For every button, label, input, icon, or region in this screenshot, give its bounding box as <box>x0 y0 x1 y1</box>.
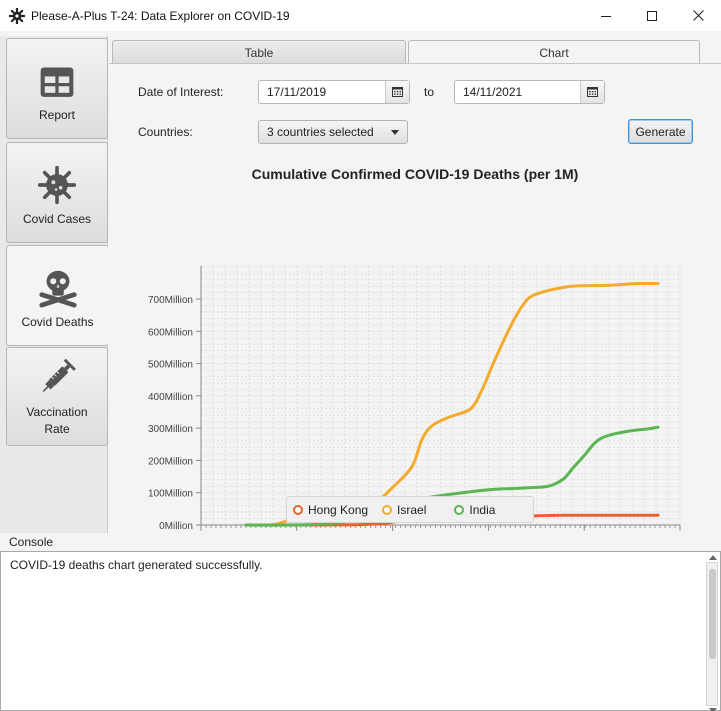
calendar-icon <box>392 87 403 97</box>
y-tick-label: 0Million <box>159 521 193 532</box>
tab-label: Chart <box>539 45 569 60</box>
minimize-button[interactable] <box>583 0 629 31</box>
calendar-button[interactable] <box>580 81 604 103</box>
calendar-button[interactable] <box>385 81 409 103</box>
y-tick-label: 400Million <box>148 392 193 403</box>
tab-table[interactable]: Table <box>112 40 406 64</box>
window-title: Please-A-Plus T-24: Data Explorer on COV… <box>31 8 290 23</box>
scroll-thumb[interactable] <box>709 569 716 659</box>
legend-symbol <box>293 504 303 515</box>
tab-chart[interactable]: Chart <box>408 40 700 64</box>
close-icon <box>692 10 704 21</box>
minimize-icon <box>601 15 611 17</box>
date-to-picker[interactable]: 14/11/2021 <box>454 80 605 104</box>
chevron-down-icon <box>391 130 399 135</box>
maximize-icon <box>647 10 657 21</box>
date-from-picker[interactable]: 17/11/2019 <box>258 80 410 104</box>
chart-tab-content: Date of Interest: 17/11/2019 to 14/11/20… <box>109 63 721 533</box>
legend-item-india: India <box>454 503 495 517</box>
legend-item-hong-kong: Hong Kong <box>293 503 368 517</box>
generate-button[interactable]: Generate <box>628 119 693 144</box>
skull-icon <box>38 270 77 308</box>
calendar-icon <box>587 87 598 97</box>
legend-symbol <box>382 504 393 515</box>
title-bar: Please-A-Plus T-24: Data Explorer on COV… <box>0 0 721 31</box>
console-scrollbar[interactable] <box>706 555 718 711</box>
sidebar-item-label: Report <box>38 108 76 122</box>
chart-title: Cumulative Confirmed COVID-19 Deaths (pe… <box>251 166 579 182</box>
countries-selected-text: 3 countries selected <box>267 125 374 139</box>
sidebar-item-label: Vaccination Rate <box>26 405 88 436</box>
y-tick-label: 700Million <box>148 295 193 306</box>
line-chart: 0Million 100Million 200Million 300Million 40… <box>148 266 681 532</box>
syringe-icon <box>42 358 76 393</box>
y-tick-label: 500Million <box>148 360 193 371</box>
date-of-interest-label: Date of Interest: <box>138 85 224 99</box>
sidebar-item-covid-deaths[interactable]: Covid Deaths <box>6 245 108 346</box>
chart-grid <box>200 266 681 526</box>
sidebar-item-covid-cases[interactable]: Covid Cases <box>6 142 108 243</box>
close-button[interactable] <box>675 0 721 31</box>
legend-label: Israel <box>397 502 427 517</box>
scroll-up-arrow-icon[interactable] <box>709 555 717 560</box>
sidebar-item-label: Covid Cases <box>22 212 92 226</box>
console-textarea[interactable]: COVID-19 deaths chart generated successf… <box>0 551 721 711</box>
tab-label: Table <box>244 45 274 60</box>
tab-bar: Table Chart <box>108 36 721 64</box>
console-message: COVID-19 deaths chart generated successf… <box>10 558 263 572</box>
legend-label: Hong Kong <box>308 502 369 517</box>
countries-label: Countries: <box>138 125 193 139</box>
sidebar: Report Covid Cases Covid Deaths Vaccinat… <box>0 36 108 533</box>
sidebar-item-label: Covid Deaths <box>21 315 94 329</box>
y-tick-label: 300Million <box>148 424 193 435</box>
maximize-button[interactable] <box>629 0 675 31</box>
to-label: to <box>424 85 435 99</box>
sidebar-item-report[interactable]: Report <box>6 38 108 139</box>
date-from-field[interactable]: 17/11/2019 <box>259 81 385 103</box>
legend-symbol <box>454 504 465 515</box>
sidebar-item-vaccination-rate[interactable]: Vaccination Rate <box>6 347 108 446</box>
legend-label: India <box>469 502 496 517</box>
console-label: Console <box>9 535 54 549</box>
virus-icon <box>37 165 77 205</box>
y-tick-label: 200Million <box>148 456 193 467</box>
countries-combobox[interactable]: 3 countries selected <box>258 120 408 144</box>
legend-item-israel: Israel <box>382 503 426 517</box>
y-tick-label: 100Million <box>148 489 193 500</box>
gear-app-icon <box>9 7 25 24</box>
y-tick-label: 600Million <box>148 327 193 338</box>
report-icon <box>40 67 74 97</box>
chart-legend: Hong Kong Israel India <box>286 496 534 523</box>
date-to-field[interactable]: 14/11/2021 <box>455 81 580 103</box>
